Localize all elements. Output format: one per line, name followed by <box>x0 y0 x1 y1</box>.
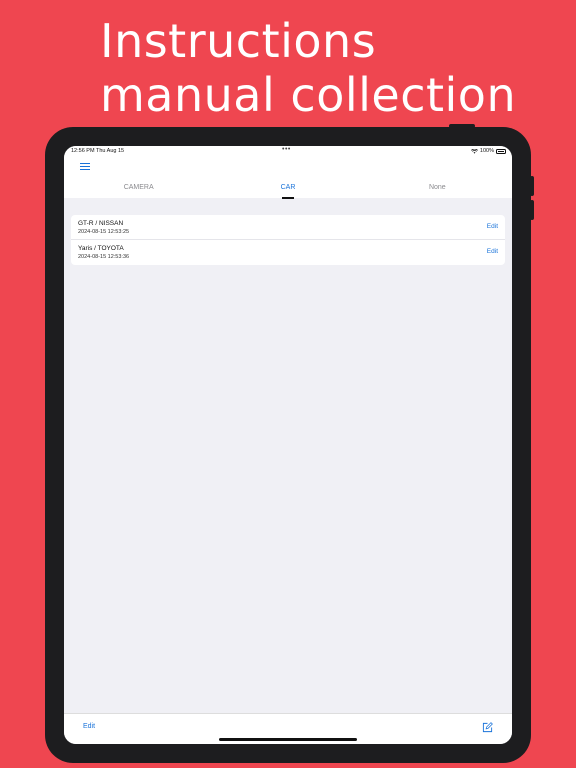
tab-car[interactable]: CAR <box>213 158 362 200</box>
headline-line-2: manual collection <box>100 68 517 122</box>
battery-icon <box>496 148 506 154</box>
item-edit-button[interactable]: Edit <box>487 223 498 230</box>
item-title: Yaris / TOYOTA <box>78 245 124 252</box>
status-right: 100% <box>470 148 506 154</box>
tablet-screen: 12:56 PM Thu Aug 15 ••• 100% CAMERA CAR … <box>64 146 512 744</box>
manual-list: GT-R / NISSAN 2024-08-15 12:53:25 Edit Y… <box>71 215 505 265</box>
status-bar: 12:56 PM Thu Aug 15 ••• 100% <box>64 146 512 158</box>
category-tabs: CAMERA CAR None <box>64 158 512 200</box>
toolbar-edit-button[interactable]: Edit <box>83 723 95 730</box>
item-date: 2024-08-15 12:53:36 <box>78 254 130 260</box>
tab-none[interactable]: None <box>363 158 512 200</box>
home-indicator <box>219 738 357 741</box>
tab-camera[interactable]: CAMERA <box>64 158 213 200</box>
wifi-icon <box>470 148 478 154</box>
multitasking-dots[interactable]: ••• <box>282 146 291 153</box>
status-time-date: 12:56 PM Thu Aug 15 <box>71 148 125 154</box>
compose-icon[interactable] <box>482 722 493 733</box>
item-date: 2024-08-15 12:53:25 <box>78 229 130 235</box>
item-edit-button[interactable]: Edit <box>487 248 498 255</box>
headline-line-1: Instructions <box>100 14 377 68</box>
headline: Instructions manual collection <box>100 14 516 122</box>
list-item[interactable]: Yaris / TOYOTA 2024-08-15 12:53:36 Edit <box>71 240 505 265</box>
list-item[interactable]: GT-R / NISSAN 2024-08-15 12:53:25 Edit <box>71 215 505 240</box>
item-title: GT-R / NISSAN <box>78 220 124 227</box>
battery-percent: 100% <box>479 148 494 154</box>
